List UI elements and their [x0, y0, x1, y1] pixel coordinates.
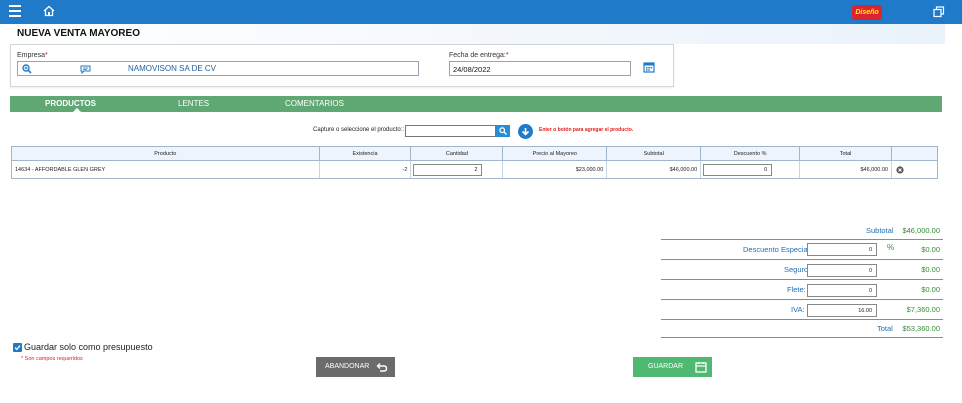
checkmark-icon	[14, 345, 21, 351]
calendar-save-icon	[695, 362, 707, 373]
cell-cantidad: 2	[410, 160, 504, 179]
undo-arrow-icon	[376, 363, 388, 372]
iva-label: IVA:	[791, 305, 805, 314]
cell-producto: 14634 - AFFORDABLE GLEN GREY	[11, 160, 320, 179]
cell-existencia: -2	[319, 160, 412, 179]
abandon-button-label: ABANDONAR	[325, 363, 370, 370]
presupuesto-checkbox[interactable]	[13, 343, 22, 352]
required-note: * Son campos requeridos	[21, 356, 83, 362]
flete-input[interactable]: 0	[807, 284, 877, 297]
brand-logo: Diseño	[852, 5, 882, 20]
empresa-value: NAMOVISON SA DE CV	[128, 64, 217, 73]
descuento-input[interactable]: 0	[703, 163, 773, 176]
search-icon	[499, 127, 507, 135]
column-header-subtotal: Subtotal	[606, 146, 702, 161]
column-header-producto: Producto	[11, 146, 320, 161]
comment-icon[interactable]	[80, 65, 91, 74]
header-form-card: Empresa* NAMOVISON SA DE CV Fecha de ent…	[10, 44, 674, 87]
total-label: Total	[877, 324, 893, 333]
column-header-descuento: Descuento %	[700, 146, 801, 161]
iva-input[interactable]: 16.00	[807, 304, 877, 317]
tab-comentarios[interactable]: COMENTARIOS	[285, 99, 344, 108]
subtotal-label: Subtotal	[866, 226, 894, 235]
totals-flete-row: Flete: 0 $0.00	[661, 280, 943, 300]
flete-value: $0.00	[921, 285, 940, 294]
table-row: 14634 - AFFORDABLE GLEN GREY -2 2 $23,00…	[11, 160, 938, 179]
abandon-button[interactable]: ABANDONAR	[316, 357, 395, 377]
capture-label: Capture o seleccione el producto::	[313, 127, 405, 133]
descuento-especial-input[interactable]: 0	[807, 243, 877, 256]
tab-bar: PRODUCTOS LENTES COMENTARIOS	[10, 96, 942, 112]
search-zoom-icon[interactable]	[22, 64, 32, 74]
remove-row-icon[interactable]	[896, 165, 904, 174]
totals-iva-row: IVA: 16.00 $7,360.00	[661, 300, 943, 320]
title-bar: NUEVA VENTA MAYOREO	[0, 24, 945, 44]
table-header-row: Producto Existencia Cantidad Precio al M…	[11, 146, 938, 161]
totals-total-row: Total $53,360.00	[661, 320, 943, 338]
tab-productos[interactable]: PRODUCTOS	[45, 99, 96, 108]
column-header-cantidad: Cantidad	[410, 146, 504, 161]
empresa-label: Empresa*	[17, 52, 48, 59]
seguro-input[interactable]: 0	[807, 264, 877, 277]
fecha-label: Fecha de entrega:*	[449, 52, 509, 59]
fecha-entrega-field[interactable]: 24/08/2022	[449, 61, 631, 76]
descuento-especial-value: $0.00	[921, 245, 940, 254]
empresa-field[interactable]: NAMOVISON SA DE CV	[17, 61, 419, 76]
iva-value: $7,360.00	[906, 305, 940, 314]
totals-descuento-row: Descuento Especial 0 % $0.00	[661, 240, 943, 260]
calendar-icon[interactable]	[643, 61, 655, 73]
save-button-label: GUARDAR	[648, 363, 684, 370]
cell-descuento: 0	[700, 160, 801, 179]
cell-total: $46,000.00	[799, 160, 892, 179]
cell-actions	[891, 160, 938, 179]
totals-subtotal-row: Subtotal $46,000.00	[661, 222, 943, 240]
percent-sign: %	[887, 243, 895, 252]
total-value: $53,360.00	[902, 324, 940, 333]
fecha-value: 24/08/2022	[453, 65, 491, 74]
top-bar: Diseño	[0, 0, 962, 24]
tab-lentes[interactable]: LENTES	[178, 99, 209, 108]
column-header-actions	[891, 146, 938, 161]
home-icon[interactable]	[42, 4, 56, 18]
subtotal-value: $46,000.00	[902, 226, 940, 235]
active-tab-indicator	[73, 108, 81, 112]
hamburger-menu-icon[interactable]	[9, 5, 21, 17]
cell-subtotal: $46,000.00	[606, 160, 702, 179]
cell-precio: $23,000.00	[502, 160, 608, 179]
descuento-especial-label: Descuento Especial	[743, 245, 810, 254]
cantidad-input[interactable]: 2	[413, 163, 483, 176]
products-table: Producto Existencia Cantidad Precio al M…	[11, 146, 938, 179]
column-header-existencia: Existencia	[318, 146, 412, 161]
column-header-total: Total	[799, 146, 892, 161]
add-product-button[interactable]	[518, 124, 533, 139]
restore-window-icon[interactable]	[933, 6, 945, 18]
product-search-input[interactable]	[405, 125, 496, 137]
product-search-button[interactable]	[496, 125, 510, 137]
page-title: NUEVA VENTA MAYOREO	[17, 28, 140, 39]
flete-label: Flete:	[787, 285, 806, 294]
capture-hint: Enter o botón para agregar el producto.	[539, 127, 634, 133]
column-header-precio: Precio al Mayoreo	[502, 146, 608, 161]
presupuesto-label[interactable]: Guardar solo como presupuesto	[24, 342, 153, 352]
seguro-label: Seguro	[784, 265, 809, 274]
save-button[interactable]: GUARDAR	[633, 357, 712, 377]
seguro-value: $0.00	[921, 265, 940, 274]
arrow-down-icon	[521, 128, 530, 136]
totals-seguro-row: Seguro 0 $0.00	[661, 260, 943, 280]
